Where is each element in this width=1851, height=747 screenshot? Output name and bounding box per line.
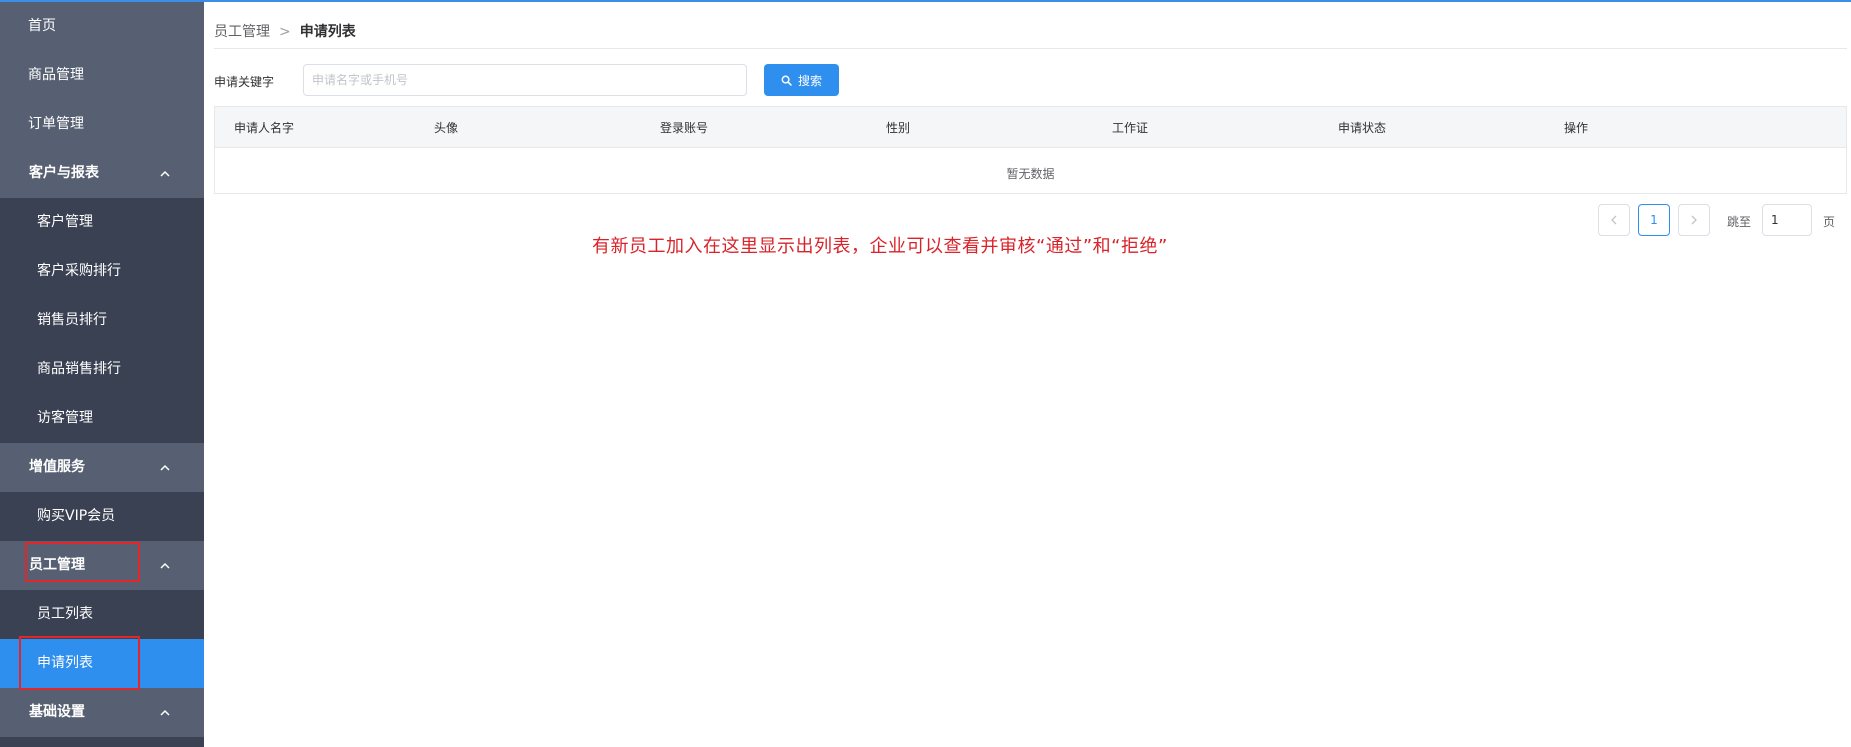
table-header: 申请人名字 头像 登录账号 性别 工作证 申请状态 操作: [215, 107, 1846, 148]
sidebar-item-product-sales-ranking[interactable]: 商品销售排行: [0, 345, 204, 394]
sidebar-item-salesperson-ranking[interactable]: 销售员排行: [0, 296, 204, 345]
sidebar-group-label: 员工管理: [29, 557, 85, 573]
divider: [214, 48, 1847, 49]
application-table: 申请人名字 头像 登录账号 性别 工作证 申请状态 操作 暂无数据: [214, 106, 1847, 194]
chevron-up-icon: [160, 149, 170, 198]
search-input[interactable]: [303, 64, 747, 96]
sidebar: 首页 商品管理 订单管理 客户与报表 客户管理 客户采购排行 销售员排行 商品销…: [0, 2, 204, 747]
pagination: 1 跳至 页: [1598, 204, 1847, 236]
search-button-label: 搜索: [797, 73, 822, 88]
sidebar-group-label: 基础设置: [29, 704, 85, 720]
sidebar-item-customer-management[interactable]: 客户管理: [0, 198, 204, 247]
column-header-login-account: 登录账号: [660, 121, 709, 135]
sidebar-item-application-list[interactable]: 申请列表: [0, 639, 204, 688]
page-suffix-label: 页: [1823, 215, 1836, 229]
sidebar-group-value-added-services[interactable]: 增值服务: [0, 443, 204, 492]
search-label: 申请关键字: [214, 75, 275, 89]
sidebar-item-orders[interactable]: 订单管理: [0, 100, 204, 149]
sidebar-item-staff-list[interactable]: 员工列表: [0, 590, 204, 639]
sidebar-group-staff-management[interactable]: 员工管理: [0, 541, 204, 590]
main-content: 员工管理 > 申请列表 申请关键字 搜索 申请人名字 头像 登录账号 性别 工作证 …: [214, 2, 1847, 747]
next-page-button[interactable]: [1678, 204, 1710, 236]
sidebar-group-basic-settings[interactable]: 基础设置: [0, 688, 204, 737]
sidebar-group-customers-reports[interactable]: 客户与报表: [0, 149, 204, 198]
breadcrumb-parent[interactable]: 员工管理: [214, 24, 270, 40]
chevron-up-icon: [160, 541, 170, 590]
jump-to-page-input[interactable]: [1762, 204, 1812, 236]
prev-page-button[interactable]: [1598, 204, 1630, 236]
annotation-note: 有新员工加入在这里显示出列表，企业可以查看并审核“通过”和“拒绝”: [592, 236, 1168, 257]
sidebar-item-visitor-management[interactable]: 访客管理: [0, 394, 204, 443]
sidebar-item-home[interactable]: 首页: [0, 2, 204, 51]
search-button[interactable]: 搜索: [764, 64, 839, 96]
sidebar-group-label: 增值服务: [29, 459, 85, 475]
column-header-work-permit: 工作证: [1112, 121, 1149, 135]
empty-table-text: 暂无数据: [1006, 167, 1055, 181]
breadcrumb-current: 申请列表: [299, 24, 356, 40]
column-header-application-status: 申请状态: [1338, 121, 1387, 135]
breadcrumb-separator: >: [279, 24, 291, 40]
chevron-up-icon: [160, 688, 170, 737]
breadcrumb: 员工管理 > 申请列表: [214, 21, 356, 41]
chevron-right-icon: [1691, 215, 1697, 225]
jump-to-label: 跳至: [1727, 215, 1752, 229]
search-icon: [781, 75, 792, 86]
column-header-gender: 性别: [886, 121, 911, 135]
sidebar-item-customer-purchase-ranking[interactable]: 客户采购排行: [0, 247, 204, 296]
sidebar-group-label: 客户与报表: [29, 165, 99, 181]
chevron-left-icon: [1611, 215, 1617, 225]
column-header-actions: 操作: [1564, 121, 1589, 135]
page-number-button[interactable]: 1: [1638, 204, 1670, 236]
column-header-applicant-name: 申请人名字: [234, 121, 295, 135]
sidebar-item-products[interactable]: 商品管理: [0, 51, 204, 100]
chevron-up-icon: [160, 443, 170, 492]
column-header-avatar: 头像: [434, 121, 459, 135]
sidebar-item-buy-vip[interactable]: 购买VIP会员: [0, 492, 204, 541]
